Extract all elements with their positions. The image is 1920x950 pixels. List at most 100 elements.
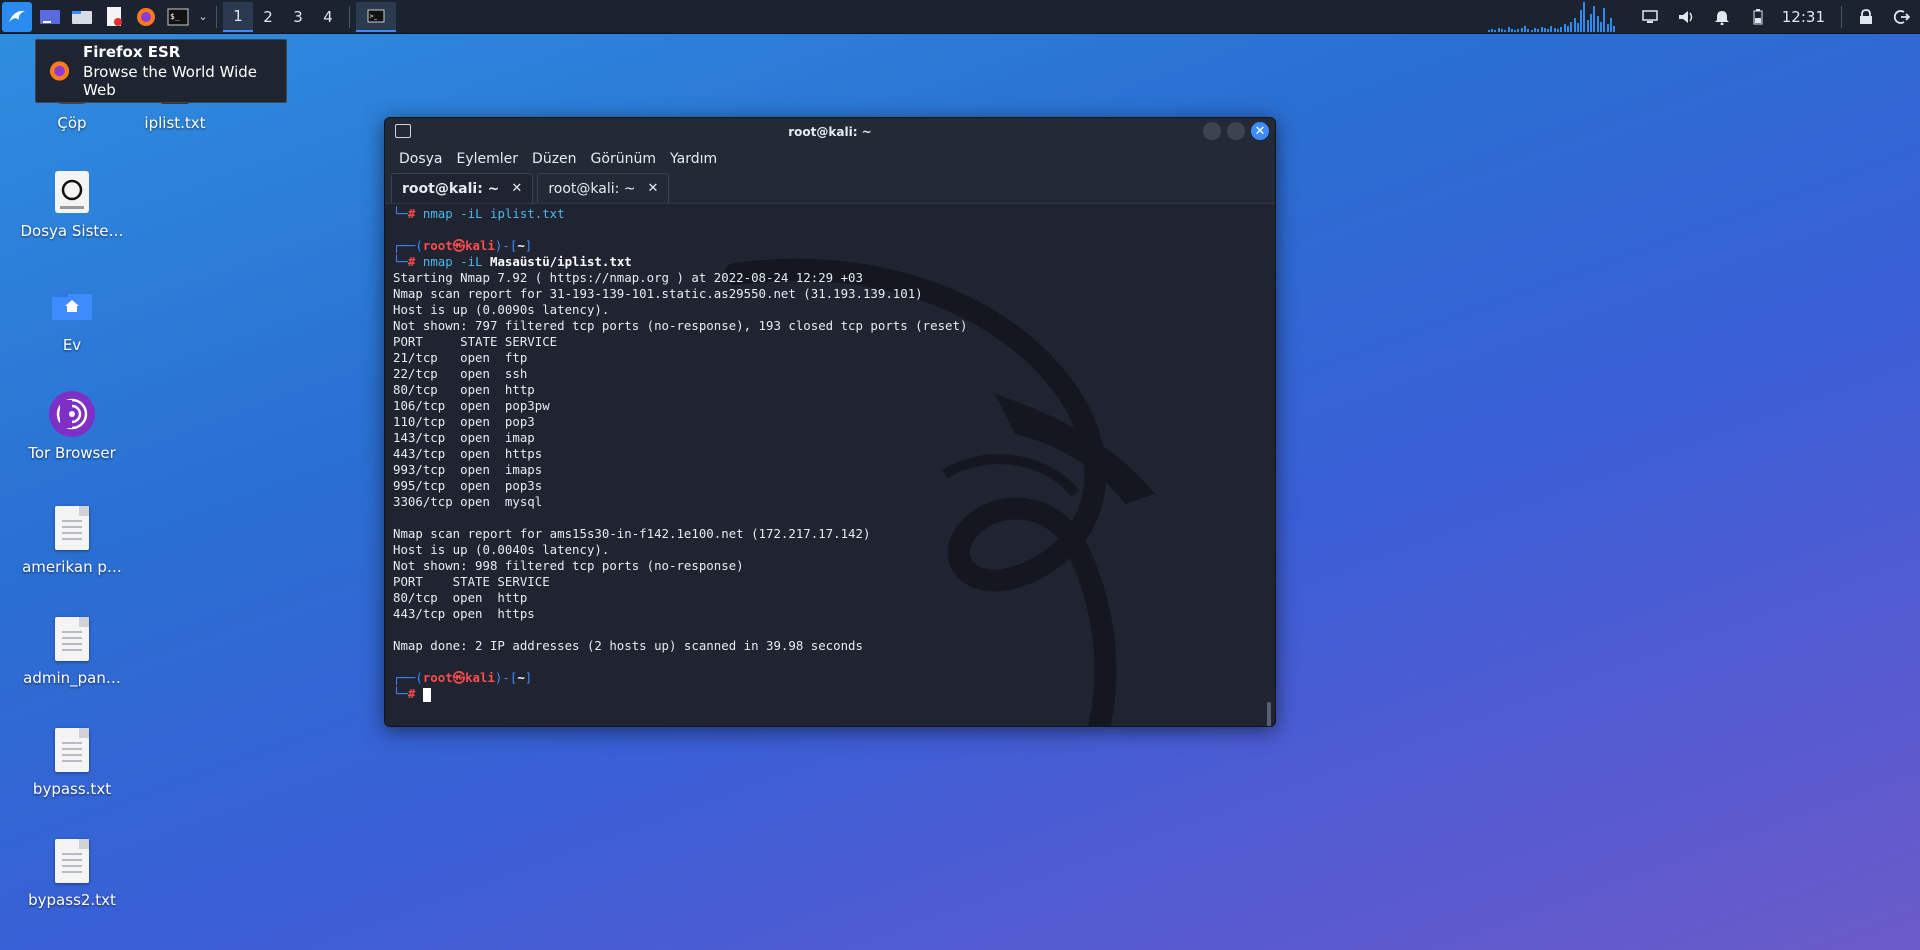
- output-line: Not shown: 998 filtered tcp ports (no-re…: [393, 558, 744, 573]
- terminal-titlebar[interactable]: root@kali: ~ ✕: [385, 118, 1275, 146]
- prompt-line: ┌──(root㉿kali)-[~]: [393, 238, 533, 253]
- cpu-bar: [1566, 26, 1569, 32]
- desktop-icon-tor-browser[interactable]: Tor Browser: [12, 390, 132, 462]
- tooltip-description: Browse the World Wide Web: [83, 63, 257, 99]
- terminal-app-icon[interactable]: [395, 124, 411, 138]
- cpu-bar: [1547, 29, 1550, 32]
- chevron-down-icon[interactable]: ⌄: [196, 3, 210, 31]
- output-line: 995/tcp open pop3s: [393, 478, 543, 493]
- tab-label: root@kali: ~: [402, 180, 500, 197]
- close-tab-icon[interactable]: ✕: [648, 181, 659, 196]
- desktop-icon-amerikan[interactable]: amerikan p…: [12, 504, 132, 576]
- clock[interactable]: 12:31: [1782, 8, 1825, 26]
- desktop-icon-filesystem[interactable]: Dosya Siste…: [12, 168, 132, 240]
- file-manager-icon[interactable]: [68, 3, 96, 31]
- close-tab-icon[interactable]: ✕: [511, 181, 522, 196]
- logout-icon[interactable]: [1890, 5, 1914, 29]
- cpu-bar: [1507, 27, 1510, 32]
- text-file-icon: [48, 837, 96, 885]
- tab-2[interactable]: root@kali: ~ ✕: [537, 173, 670, 203]
- prompt-dir: ~: [517, 670, 525, 685]
- terminal-output[interactable]: └─# nmap -iL iplist.txt ┌──(root㉿kali)-[…: [385, 204, 1275, 726]
- menu-duzen[interactable]: Düzen: [532, 151, 577, 167]
- cpu-bar: [1603, 8, 1606, 32]
- cpu-bar: [1586, 20, 1589, 32]
- workspace-4[interactable]: 4: [313, 2, 343, 32]
- cpu-bar: [1573, 18, 1576, 32]
- menu-eylemler[interactable]: Eylemler: [457, 151, 519, 167]
- cpu-bar: [1491, 29, 1494, 32]
- workspace-2[interactable]: 2: [253, 2, 283, 32]
- tab-bar: root@kali: ~ ✕ root@kali: ~ ✕: [385, 172, 1275, 204]
- show-desktop-icon[interactable]: [36, 3, 64, 31]
- workspace-3[interactable]: 3: [283, 2, 313, 32]
- output-line: 80/tcp open http: [393, 382, 535, 397]
- scrollbar[interactable]: [1267, 702, 1271, 726]
- firefox-icon[interactable]: [132, 3, 160, 31]
- svg-text:$_: $_: [170, 12, 180, 21]
- prompt-line: ┌──(root㉿kali)-[~]: [393, 670, 533, 685]
- menu-yardim[interactable]: Yardım: [670, 151, 717, 167]
- tab-1[interactable]: root@kali: ~ ✕: [391, 173, 534, 203]
- output-line: 143/tcp open imap: [393, 430, 535, 445]
- notification-bell-icon[interactable]: [1710, 5, 1734, 29]
- drive-icon: [48, 168, 96, 216]
- text-file-icon: [48, 504, 96, 552]
- cpu-bar: [1580, 10, 1583, 32]
- kali-menu-icon[interactable]: [2, 1, 32, 32]
- desktop-icon-home[interactable]: Ev: [12, 282, 132, 354]
- menu-gorunum[interactable]: Görünüm: [591, 151, 656, 167]
- cpu-bar: [1609, 18, 1612, 32]
- command-text: nmap -iL: [422, 254, 490, 269]
- volume-icon[interactable]: [1674, 5, 1698, 29]
- display-icon[interactable]: [1638, 5, 1662, 29]
- system-tray: 12:31: [1487, 0, 1920, 34]
- cpu-bar: [1520, 28, 1523, 32]
- workspace-1[interactable]: 1: [223, 1, 253, 32]
- terminal-line: └─# nmap -iL iplist.txt: [393, 206, 565, 221]
- cpu-bar: [1599, 22, 1602, 32]
- cpu-bar: [1494, 30, 1497, 32]
- battery-icon[interactable]: [1746, 5, 1770, 29]
- desktop-icon-label: Tor Browser: [28, 444, 116, 462]
- desktop-icon-label: Ev: [62, 336, 82, 354]
- prompt-user: root: [422, 238, 453, 253]
- desktop-icon-label: Çöp: [57, 114, 87, 132]
- text-cursor: [422, 687, 431, 702]
- cpu-bar: [1524, 26, 1527, 32]
- output-line: 3306/tcp open mysql: [393, 494, 543, 509]
- output-line: Starting Nmap 7.92 ( https://nmap.org ) …: [393, 270, 863, 285]
- prompt-host: kali: [465, 238, 495, 253]
- lock-icon[interactable]: [1854, 5, 1878, 29]
- cpu-bar: [1510, 29, 1513, 32]
- output-line: 993/tcp open imaps: [393, 462, 543, 477]
- cpu-bar: [1596, 16, 1599, 32]
- prompt-at: ㉿: [452, 670, 466, 685]
- cpu-bar: [1583, 2, 1586, 32]
- prompt-user: root: [422, 670, 453, 685]
- output-line: Host is up (0.0090s latency).: [393, 302, 610, 317]
- desktop-icon-admin-panel[interactable]: admin_pan…: [12, 615, 132, 687]
- menu-dosya[interactable]: Dosya: [399, 151, 443, 167]
- desktop-icon-label: admin_pan…: [23, 669, 121, 687]
- cpu-bar: [1570, 22, 1573, 32]
- maximize-button[interactable]: [1227, 122, 1245, 140]
- cpu-bar: [1563, 24, 1566, 32]
- text-file-icon: [48, 615, 96, 663]
- output-line: PORT STATE SERVICE: [393, 334, 558, 349]
- terminal-launcher-icon[interactable]: $_: [164, 3, 192, 31]
- taskbar-separator: [1841, 6, 1842, 28]
- desktop-icon-label: bypass2.txt: [28, 891, 116, 909]
- minimize-button[interactable]: [1203, 122, 1221, 140]
- close-icon: ✕: [1254, 123, 1266, 139]
- desktop-icon-bypass[interactable]: bypass.txt: [12, 726, 132, 798]
- close-button[interactable]: ✕: [1251, 122, 1269, 140]
- cpu-bar: [1517, 29, 1520, 32]
- output-line: 22/tcp open ssh: [393, 366, 528, 381]
- terminal-task-button[interactable]: >_: [356, 1, 396, 32]
- desktop-icon-bypass2[interactable]: bypass2.txt: [12, 837, 132, 909]
- text-editor-icon[interactable]: [100, 3, 128, 31]
